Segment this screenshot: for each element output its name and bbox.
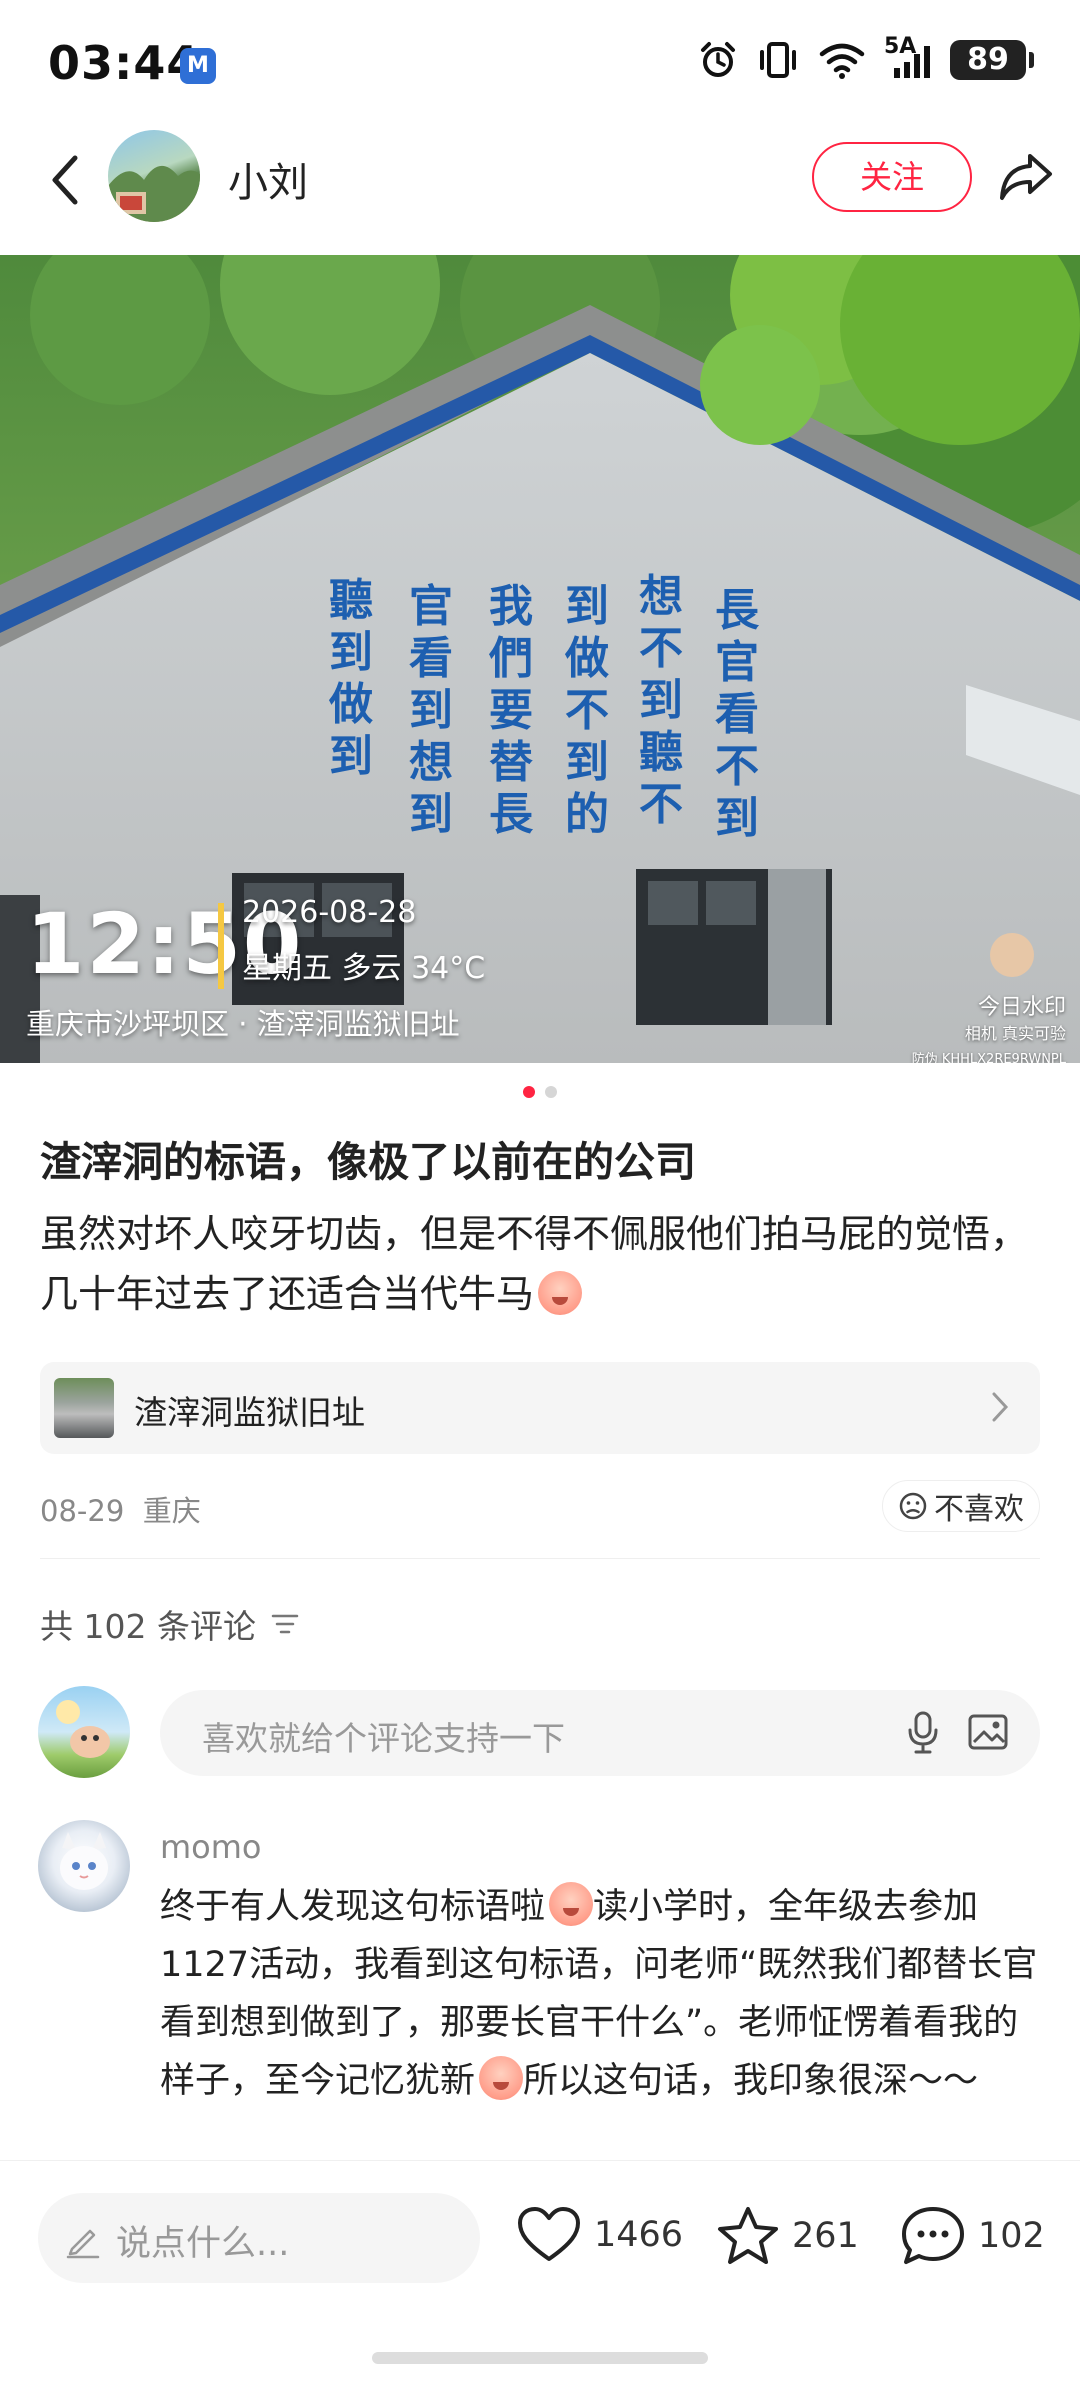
image-icon[interactable] [966, 1710, 1010, 1754]
crying-emoji-icon [538, 1271, 583, 1315]
back-arrow-icon [52, 155, 78, 205]
post-title: 渣滓洞的标语，像极了以前在的公司 [40, 1138, 696, 1186]
sort-icon [271, 1614, 299, 1634]
status-time: 03:44 [48, 36, 200, 90]
heart-icon [518, 2207, 580, 2261]
collect-count: 261 [792, 2216, 859, 2256]
post-region: 重庆 [142, 1494, 201, 1528]
watermark-divider [218, 903, 224, 989]
share-button[interactable] [996, 146, 1056, 206]
comment-input[interactable]: 喜欢就给个评论支持一下 [160, 1690, 1040, 1776]
say-something-placeholder: 说点什么... [116, 2224, 290, 2264]
post-date: 08-29 [40, 1494, 125, 1528]
chevron-right-icon [992, 1392, 1009, 1422]
share-icon [1000, 154, 1052, 200]
comment-button[interactable]: 102 [900, 2205, 1045, 2267]
say-something-input[interactable]: 说点什么... [38, 2193, 480, 2283]
app-notification-icon: M [180, 48, 216, 84]
cellular-signal-icon: 5A [884, 34, 932, 80]
location-card[interactable]: 渣滓洞监狱旧址 [40, 1362, 1040, 1454]
slogan-column-1: 長官看不到 [715, 585, 759, 844]
watermark-date: 2026-08-28 [242, 895, 417, 930]
slogan-column-3: 到做不到的 [565, 581, 609, 840]
divider [40, 1558, 1040, 1559]
comment-avatar[interactable] [38, 1820, 130, 1912]
emoji-icon [479, 2056, 524, 2100]
post-body-text: 虽然对坏人咬牙切齿，但是不得不佩服他们拍马屁的觉悟，几十年过去了还适合当代牛马 [40, 1212, 1029, 1316]
status-icons: 5A 89 [698, 34, 1034, 80]
content-fade [0, 2125, 1080, 2165]
carousel-dot [545, 1086, 557, 1098]
watermark-location: 重庆市沙坪坝区 · 渣滓洞监狱旧址 [26, 1007, 460, 1041]
location-thumbnail [54, 1378, 114, 1438]
comment-input-placeholder: 喜欢就给个评论支持一下 [202, 1719, 565, 1758]
watermark-brand-sub: 相机 真实可验 [964, 1024, 1066, 1043]
post-photo[interactable]: 長官看不到 想不到聽不 到做不到的 我們要替長 官看到想到 聽到做到 12:50… [0, 255, 1080, 1063]
comment-username[interactable]: momo [160, 1828, 262, 1866]
alarm-icon [701, 42, 735, 77]
dislike-button[interactable]: 不喜欢 [882, 1480, 1040, 1532]
bottom-action-bar: 说点什么... 1466 261 102 [0, 2160, 1080, 2310]
comment-text: 终于有人发现这句标语啦 读小学时，全年级去参加1127活动，我看到这句标语，问老师… [160, 1878, 1040, 2110]
comments-header[interactable]: 共 102 条评论 [40, 1600, 300, 1648]
like-count: 1466 [594, 2215, 684, 2255]
emoji-icon [549, 1882, 594, 1926]
author-avatar[interactable] [108, 130, 200, 222]
back-button[interactable] [30, 140, 100, 220]
slogan-column-6: 聽到做到 [329, 575, 373, 782]
watermark-weather: 星期五 多云 34°C [242, 951, 486, 986]
comment-count: 102 [978, 2216, 1045, 2256]
battery-indicator: 89 [950, 40, 1034, 80]
dislike-label: 不喜欢 [934, 1492, 1024, 1527]
collect-button[interactable]: 261 [716, 2205, 859, 2267]
comment-bubble-icon [902, 2207, 964, 2264]
slogan-column-5: 官看到想到 [409, 581, 453, 840]
current-user-avatar [38, 1686, 130, 1778]
carousel-indicator [0, 1086, 1080, 1098]
comment-text-part-3: 所以这句话，我印象很深～～ [523, 2061, 979, 2101]
microphone-icon[interactable] [906, 1710, 940, 1756]
carousel-dot-active [523, 1086, 535, 1098]
home-indicator[interactable] [372, 2352, 708, 2364]
slogan-column-2: 想不到聽不 [639, 571, 683, 830]
watermark-code: 防伪 KHHLX2RE9RWNPL [911, 1052, 1066, 1063]
comments-count: 共 102 条评论 [40, 1607, 256, 1646]
pencil-icon [66, 2229, 100, 2259]
wifi-icon [819, 43, 865, 79]
star-icon [718, 2207, 778, 2264]
status-bar: 03:44 M 5A 89 [0, 0, 1080, 130]
author-name[interactable]: 小刘 [228, 150, 308, 208]
slogan-column-4: 我們要替長 [489, 581, 533, 840]
watermark-brand: 今日水印 相机 真实可验 防伪 KHHLX2RE9RWNPL [912, 995, 1066, 1063]
post-meta: 08-29 重庆 [40, 1488, 201, 1530]
location-name: 渣滓洞监狱旧址 [134, 1393, 365, 1432]
watermark-brand-name: 今日水印 [977, 995, 1066, 1020]
comment-text-part-1: 终于有人发现这句标语啦 [160, 1887, 546, 1927]
follow-button[interactable]: 关注 [812, 142, 972, 212]
frown-face-icon [899, 1492, 927, 1520]
like-button[interactable]: 1466 [516, 2205, 683, 2265]
post-body: 虽然对坏人咬牙切齿，但是不得不佩服他们拍马屁的觉悟，几十年过去了还适合当代牛马 [40, 1204, 1040, 1324]
vibrate-icon [760, 42, 796, 78]
